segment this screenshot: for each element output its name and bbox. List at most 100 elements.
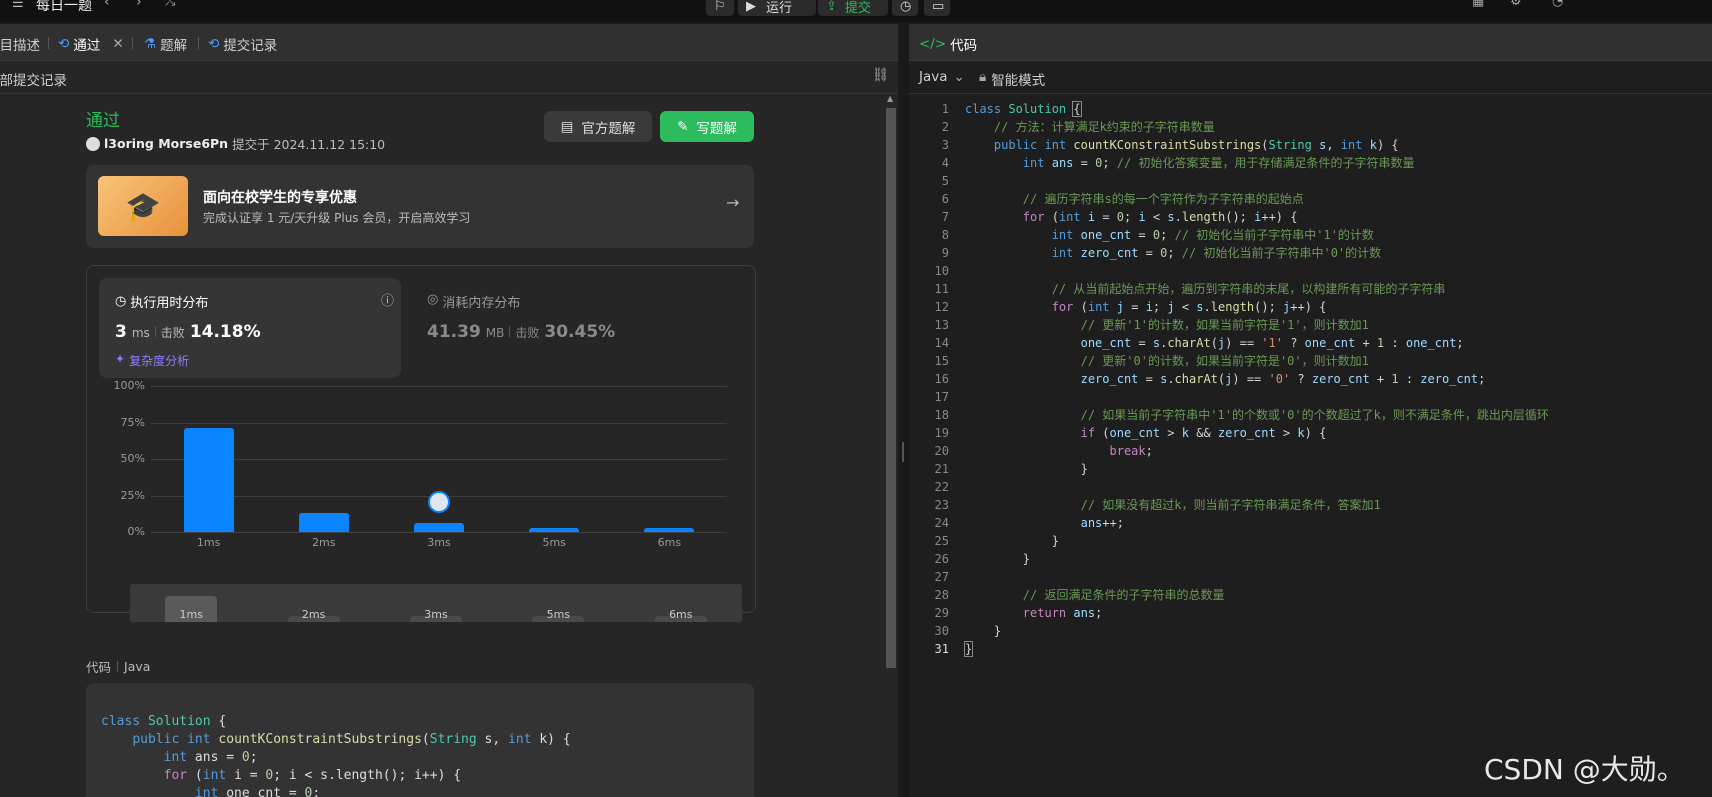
bar-2ms[interactable] [298, 513, 349, 532]
next-icon[interactable]: › [136, 0, 142, 10]
clock-icon: ◷ [900, 0, 912, 14]
submit-button[interactable]: ⇪ 提交 [818, 0, 888, 16]
book-icon: ▤ [560, 118, 574, 135]
smart-mode-toggle[interactable]: 🔒︎ 智能模式 [979, 69, 1045, 89]
runtime-title-row: ◷ 执行用时分布 [115, 294, 209, 311]
scroll-thumb[interactable] [886, 108, 896, 668]
info-icon[interactable]: ⓘ [381, 290, 394, 309]
gear-icon[interactable]: ⚙ [1510, 0, 1522, 9]
memory-card[interactable]: ◎ 消耗内存分布 41.39 MB 击败 30.45% [427, 278, 727, 378]
bar-3ms[interactable] [414, 523, 464, 532]
my-submission-marker[interactable] [428, 491, 450, 514]
code-icon: </> [919, 36, 947, 52]
line-number: 18 [934, 408, 949, 422]
gridline [151, 386, 727, 387]
navigator-label: 5ms [546, 608, 571, 621]
line-number: 23 [934, 498, 949, 512]
promo-graduation-icon: 🎓 [98, 176, 188, 236]
x-tick-label: 1ms [196, 536, 221, 549]
note-icon: ▭ [932, 0, 945, 14]
complexity-analysis-link[interactable]: ✦ 复杂度分析 [115, 352, 189, 369]
line-number: 29 [934, 606, 949, 620]
code-header: 代码 Java [86, 659, 151, 675]
prev-icon[interactable]: ‹ [104, 0, 110, 10]
left-panel: 题目描述 ⟲ 通过 ✕ ⚗ 题解 ⟲ 提交记录 全部提交记录 ⛓ 通过 l3or… [0, 24, 898, 797]
line-number: 16 [934, 372, 949, 386]
navigator-label: 2ms [301, 608, 326, 621]
bar-6ms[interactable] [644, 527, 695, 532]
flask-icon: ⚗ [144, 36, 157, 52]
x-tick-label: 2ms [312, 536, 336, 549]
tab-solutions[interactable]: ⚗ 题解 [144, 34, 187, 54]
bar-1ms[interactable] [183, 428, 234, 532]
editor-tab-bar: </> 代码 [909, 24, 1712, 61]
gridline [151, 459, 727, 460]
memory-value-row: 41.39 MB 击败 30.45% [427, 322, 616, 342]
avatar[interactable] [86, 136, 100, 151]
promo-title: 面向在校学生的专享优惠 [203, 190, 357, 206]
line-number: 11 [934, 282, 949, 296]
promo-card[interactable]: 🎓 面向在校学生的专享优惠 完成认证享 1 元/天升级 Plus 会员，开启高效… [86, 165, 754, 248]
line-number: 13 [934, 318, 949, 332]
runtime-card[interactable]: ◷ 执行用时分布 ⓘ 3 ms 击败 14.18% ✦ 复杂度分析 [99, 278, 401, 378]
gridline [151, 532, 727, 533]
tab-separator [132, 37, 133, 49]
y-tick-label: 0% [127, 525, 145, 538]
tab-submissions[interactable]: ⟲ 提交记录 [208, 34, 277, 54]
tab-code[interactable]: </> 代码 [919, 34, 977, 54]
close-icon[interactable]: ✕ [112, 36, 123, 52]
notes-button[interactable]: ◷ [892, 0, 918, 16]
shuffle-icon[interactable]: ⤭ [165, 0, 175, 9]
line-number: 8 [941, 228, 949, 242]
watermark: CSDN @大勋。 [1484, 753, 1685, 786]
editor-toolbar: Java ⌄ 🔒︎ 智能模式 [909, 61, 1712, 94]
layout-icon[interactable]: ▦ [1472, 0, 1484, 9]
y-tick-label: 50% [120, 452, 145, 465]
line-number: 10 [934, 264, 949, 278]
navigator-bars: 1ms 2ms 3ms 5ms 6ms [130, 584, 742, 622]
code-lines: class Solution { // 方法：计算满足k约束的子字符串数量 pu… [963, 101, 1549, 657]
left-scrollbar[interactable]: ▲ [884, 94, 898, 797]
official-solution-button[interactable]: ▤ 官方题解 [544, 111, 652, 142]
navigator-label: 6ms [669, 608, 693, 621]
line-numbers: 1 2 3 4 5 6 7 8 9 10 11 12 13 14 15 16 17 18 19 20 21 22 23 24 2… [909, 100, 969, 658]
stats-panel: ◷ 执行用时分布 ⓘ 3 ms 击败 14.18% ✦ 复杂度分析 ◎ 消耗内存分布 … [86, 265, 756, 622]
line-number: 14 [934, 336, 949, 350]
line-number: 26 [934, 552, 949, 566]
navigator-label: 1ms [179, 608, 203, 621]
bar-5ms[interactable] [529, 527, 580, 532]
run-button[interactable]: ▶ 运行 [738, 0, 816, 16]
submissions-subbar: 全部提交记录 ⛓ [0, 61, 898, 94]
note-button[interactable]: ▭ [924, 0, 950, 16]
runtime-value-row: 3 ms 击败 14.18% [115, 322, 261, 342]
history-icon: ⟲ [58, 36, 70, 52]
arrow-right-icon[interactable]: → [726, 193, 739, 212]
clock-icon: ◷ [115, 294, 127, 309]
top-bar: ☰ 每日一题 ‹ › ⤭ ⚐ ▶ 运行 ⇪ 提交 ◷ ▭ ▦ ⚙ ◔ [0, 0, 1712, 22]
all-submissions-link[interactable]: 全部提交记录 [0, 69, 67, 89]
code-editor[interactable]: 1 2 3 4 5 6 7 8 9 10 11 12 13 14 15 16 17 18 19 20 21 22 23 24 2… [909, 100, 1712, 797]
upload-icon: ⇪ [826, 0, 837, 14]
tab-accepted[interactable]: ⟲ 通过 ✕ [58, 34, 124, 54]
debug-button[interactable]: ⚐ [706, 0, 734, 16]
x-tick-label: 6ms [657, 536, 682, 549]
panel-divider[interactable] [898, 24, 909, 797]
write-solution-button[interactable]: ✎ 写题解 [660, 111, 754, 142]
sparkle-icon: ✦ [115, 352, 126, 366]
line-number: 17 [934, 390, 949, 404]
username[interactable]: l3oring Morse6Pn [104, 136, 228, 151]
avatar[interactable]: ◔ [1552, 0, 1563, 9]
link-icon[interactable]: ⛓ [872, 67, 889, 83]
tab-description[interactable]: 题目描述 [0, 34, 40, 54]
list-icon[interactable]: ☰ [12, 0, 24, 11]
x-tick-label: 5ms [542, 536, 566, 549]
runtime-distribution-chart: 100% 75% 50% 25% 0% 1ms 2ms 3ms 5ms 6ms [87, 379, 753, 552]
language-select[interactable]: Java ⌄ [919, 69, 965, 85]
chart-navigator[interactable]: 1ms 2ms 3ms 5ms 6ms [130, 584, 742, 622]
memory-title-row: ◎ 消耗内存分布 [427, 292, 521, 311]
scroll-up-icon[interactable]: ▲ [887, 94, 893, 103]
left-tab-bar: 题目描述 ⟲ 通过 ✕ ⚗ 题解 ⟲ 提交记录 [0, 24, 898, 61]
daily-title[interactable]: 每日一题 [36, 0, 92, 15]
y-tick-label: 100% [113, 379, 145, 392]
line-number: 28 [934, 588, 949, 602]
